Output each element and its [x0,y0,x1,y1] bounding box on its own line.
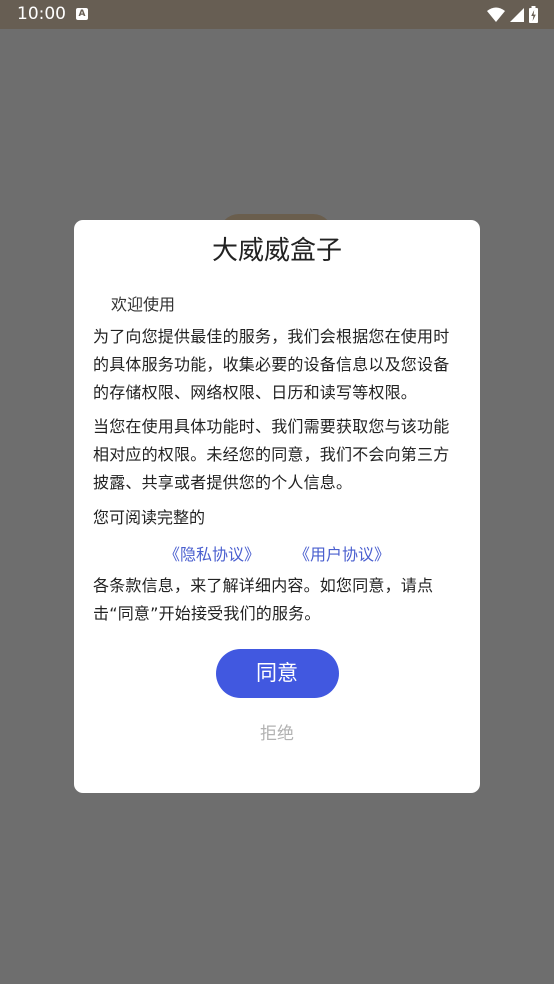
user-agreement-link[interactable]: 《用户协议》 [294,544,390,566]
welcome-text: 欢迎使用 [111,295,176,314]
privacy-policy-link[interactable]: 《隐私协议》 [164,544,260,566]
dialog-title: 大威威盒子 [211,236,342,266]
consent-paragraph: 各条款信息，来了解详细内容。如您同意，请点击“同意”开始接受我们的服务。 [93,576,434,623]
wifi-icon [487,7,505,22]
status-bar: 10:00 A [0,0,554,29]
signal-icon [510,7,524,22]
status-time: 10:00 [17,4,66,24]
agreement-links: 《隐私协议》 《用户协议》 [93,544,461,566]
read-label: 您可阅读完整的 [93,508,206,527]
accessibility-notification-icon: A [76,8,88,20]
agree-button[interactable]: 同意 [215,649,339,698]
reject-button[interactable]: 拒绝 [93,722,461,746]
status-icons [487,6,538,23]
permission-paragraph: 为了向您提供最佳的服务，我们会根据您在使用时的具体服务功能，收集必要的设备信息以… [93,327,450,402]
privacy-dialog: 大威威盒子 欢迎使用 为了向您提供最佳的服务，我们会根据您在使用时的具体服务功能… [74,220,480,793]
screen: 10:00 A 大威威盒子 欢迎使用 为了向您提供最佳的服务，我们会根据您在使用… [0,0,554,984]
battery-icon [529,6,538,23]
privacy-paragraph: 当您在使用具体功能时、我们需要获取您与该功能相对应的权限。未经您的同意，我们不会… [93,417,450,492]
